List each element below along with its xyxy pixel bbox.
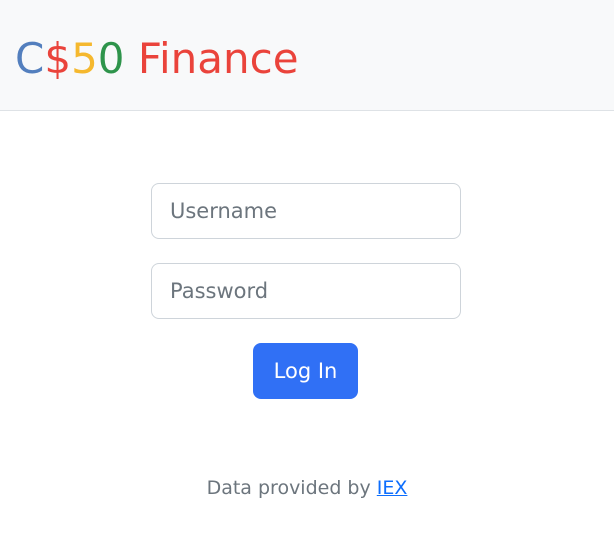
login-main: Log In Data provided by IEX xyxy=(0,111,614,549)
iex-link[interactable]: IEX xyxy=(377,477,408,499)
footer-attribution: Data provided by IEX xyxy=(0,475,614,501)
password-input[interactable] xyxy=(151,263,461,319)
brand-letter-dollar: $ xyxy=(44,34,72,83)
brand-letter-5: 5 xyxy=(71,34,98,83)
brand-letter-c: C xyxy=(15,34,45,83)
brand-letter-0: 0 xyxy=(97,34,125,83)
navbar: C$50 Finance xyxy=(0,0,614,111)
brand-word-finance: Finance xyxy=(124,34,299,83)
login-button[interactable]: Log In xyxy=(253,343,358,399)
username-input[interactable] xyxy=(151,183,461,239)
footer-text: Data provided by xyxy=(206,477,377,499)
brand-link[interactable]: C$50 Finance xyxy=(15,33,299,85)
